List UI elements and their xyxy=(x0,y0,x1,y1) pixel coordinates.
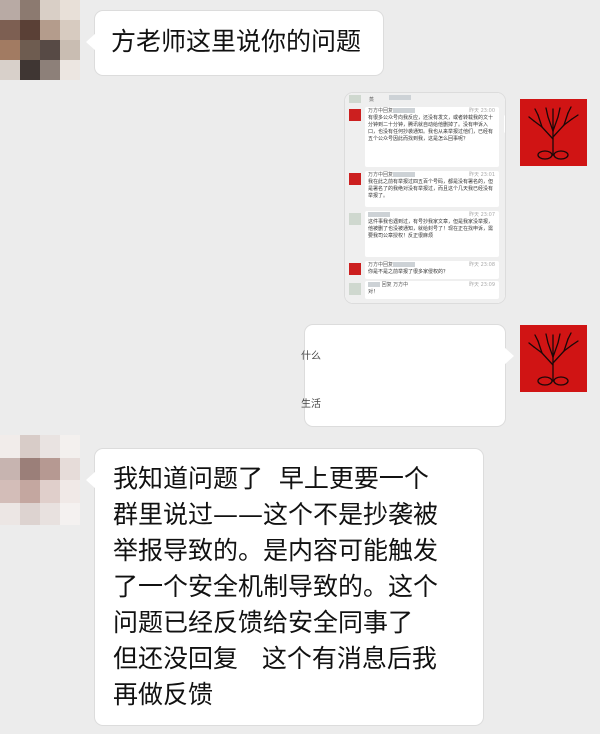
mini-comment: 万方中回复 昨天 23:08 你是不是之前举报了很多家侵权的？ xyxy=(365,261,499,279)
partial-text-2: 生活 xyxy=(301,399,321,410)
partial-text-1: 什么 xyxy=(301,351,321,362)
tree-icon xyxy=(528,332,579,386)
mini-comment: 万方中回复 昨天 23:00 有很多公众号向我反应，还没有发文，或者转载我的文十… xyxy=(365,107,499,167)
mini-avatar xyxy=(349,213,361,225)
mini-name: 蒸 xyxy=(369,97,375,103)
message-bubble-top[interactable]: 方老师这里说你的问题 xyxy=(86,11,383,75)
mini-comment: 回复 万方中 昨天 23:09 对！ xyxy=(365,281,499,299)
message-text: 方老师这里说你的问题 xyxy=(111,27,362,56)
mini-avatar xyxy=(349,263,361,275)
screenshot-content: 蒸 万方中回复 昨天 23:00 有很多公众号向我反应，还没有发文，或者转载我的… xyxy=(345,93,505,303)
avatar-right-upper[interactable] xyxy=(520,99,587,166)
message-bubble-bottom[interactable]: 我知道问题了 早上更要一个 群里说过——这个不是抄袭被 举报导致的。是内容可能触… xyxy=(86,449,483,725)
mini-comment: 万方中回复 昨天 23:01 我在此之前有举报过四五百个号码，都是没有署名的，但… xyxy=(365,171,499,207)
tree-icon xyxy=(528,106,579,160)
image-message-partial[interactable]: 什么 生活 xyxy=(301,325,514,426)
mini-avatar xyxy=(349,173,361,185)
avatar-right-lower[interactable] xyxy=(520,325,587,392)
message-text: 我知道问题了 早上更要一个 群里说过——这个不是抄袭被 举报导致的。是内容可能触… xyxy=(113,464,439,709)
mini-comment: 昨天 23:07 这件事我也遇到过，有号抄我家文章，但是我家没举报，他被删了也没… xyxy=(365,211,499,257)
avatar-left-top[interactable] xyxy=(0,0,80,80)
mini-avatar xyxy=(349,95,361,103)
mini-avatar xyxy=(349,283,361,295)
avatar-left-bottom[interactable] xyxy=(0,435,80,525)
image-message-screenshot[interactable]: 蒸 万方中回复 昨天 23:00 有很多公众号向我反应，还没有发文，或者转载我的… xyxy=(345,93,505,303)
mini-avatar xyxy=(349,109,361,121)
